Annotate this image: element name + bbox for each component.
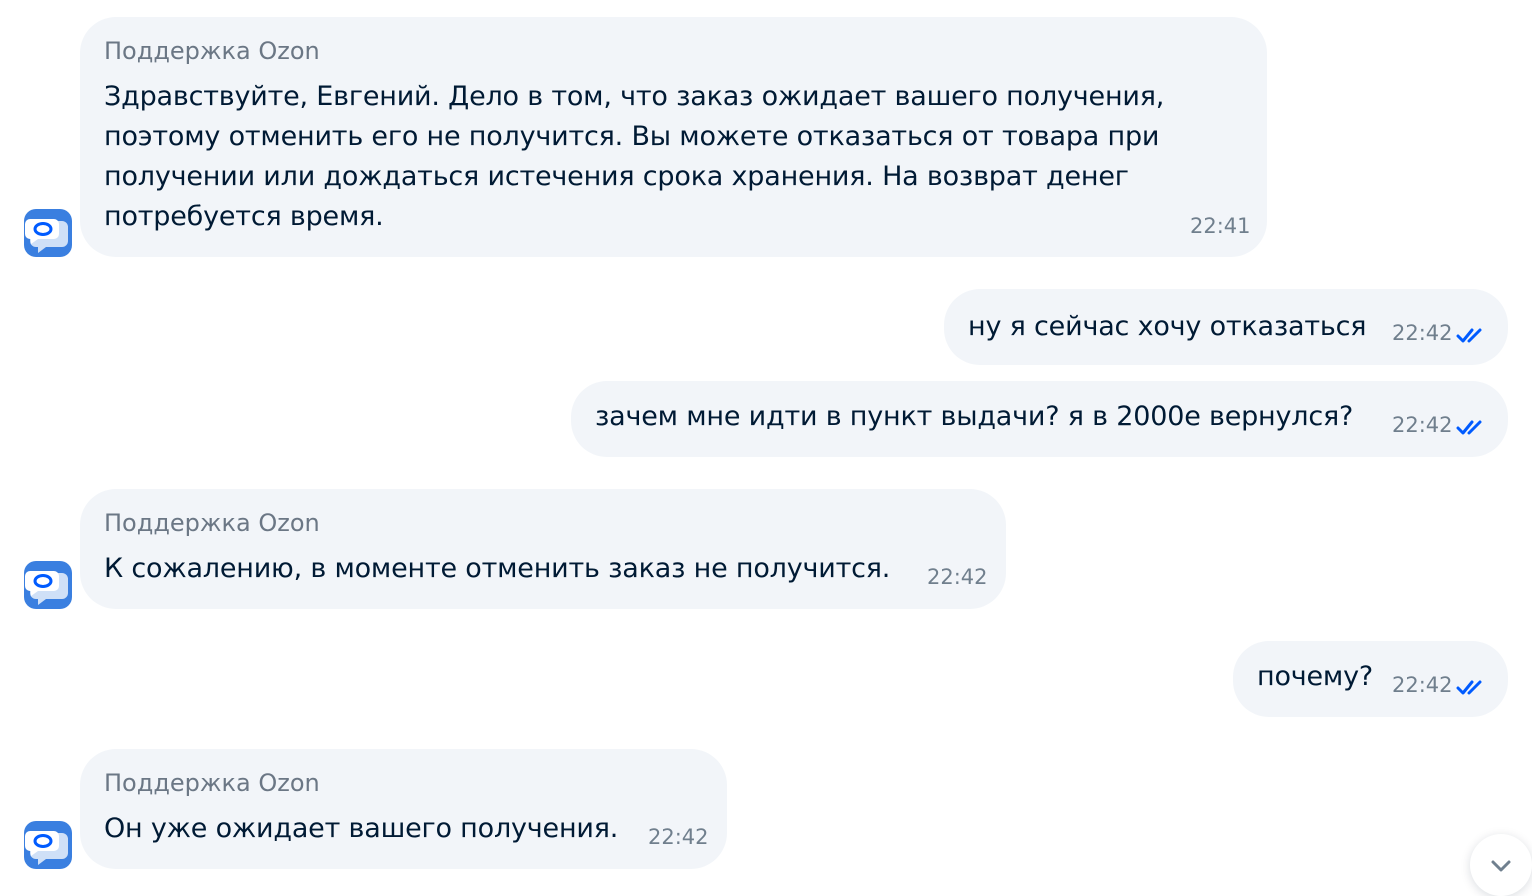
message-time: 22:42 [1392,413,1453,437]
message-text-line: потребуется время. [104,201,384,232]
message-text-line: Здравствуйте, Евгений. Дело в том, что з… [104,81,1165,112]
ozon-support-avatar [24,821,72,869]
message-outgoing: ну я сейчас хочу отказаться 22:42 [944,289,1508,365]
message-time: 22:42 [927,565,988,589]
ozon-support-avatar [24,561,72,609]
sender-name: Поддержка Ozon [104,769,320,797]
sender-name: Поддержка Ozon [104,37,320,65]
message-incoming: Поддержка Ozon Он уже ожидает вашего пол… [80,749,727,869]
double-check-icon [1456,420,1482,435]
double-check-icon [1456,680,1482,695]
ozon-support-chat-icon [25,831,68,865]
message-time: 22:42 [648,825,709,849]
message-outgoing: зачем мне идти в пункт выдачи? я в 2000е… [571,381,1508,457]
chevron-down-icon [1491,860,1511,872]
message-incoming: Поддержка Ozon К сожалению, в моменте от… [80,489,1006,609]
ozon-support-chat-icon [25,571,68,605]
scroll-down-button[interactable] [1470,834,1532,896]
message-time: 22:42 [1392,321,1453,345]
message-outgoing: почему? 22:42 [1233,641,1508,717]
message-text: Он уже ожидает вашего получения. [104,813,619,844]
message-text: зачем мне идти в пункт выдачи? я в 2000е… [595,401,1354,432]
message-text: ну я сейчас хочу отказаться [968,311,1367,342]
message-time: 22:41 [1190,214,1251,238]
ozon-support-avatar [24,209,72,257]
message-text: К сожалению, в моменте отменить заказ не… [104,553,891,584]
sender-name: Поддержка Ozon [104,509,320,537]
double-check-icon [1456,328,1482,343]
message-text-line: поэтому отменить его не получится. Вы мо… [104,121,1160,152]
ozon-support-chat-icon [25,219,68,253]
message-time: 22:42 [1392,673,1453,697]
message-text: почему? [1257,661,1374,692]
message-text-line: получении или дождаться истечения срока … [104,161,1129,192]
message-incoming: Поддержка Ozon Здравствуйте, Евгений. Де… [80,17,1267,257]
